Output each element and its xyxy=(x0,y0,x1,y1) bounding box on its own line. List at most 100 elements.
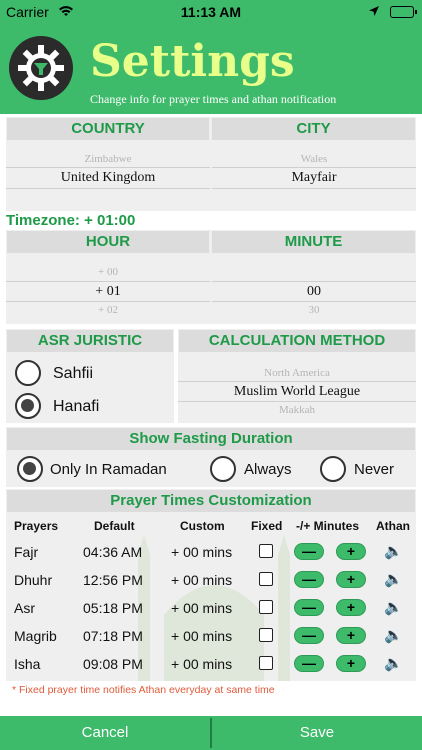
fasting-option-label: Always xyxy=(244,461,292,478)
prayer-name: Dhuhr xyxy=(14,572,53,588)
fasting-radio-ramadan[interactable] xyxy=(17,456,43,482)
minus-button[interactable]: — xyxy=(294,571,324,588)
country-option[interactable]: Zimbabwe xyxy=(6,153,210,165)
clock: 11:13 AM xyxy=(180,4,242,20)
minus-button[interactable]: — xyxy=(294,599,324,616)
column-minutes: -/+ Minutes xyxy=(296,519,360,533)
status-bar: Carrier 11:13 AM xyxy=(0,0,422,24)
header: Settings Change info for prayer times an… xyxy=(0,24,422,114)
speaker-icon[interactable]: 🔈 xyxy=(384,626,403,644)
speaker-icon[interactable]: 🔈 xyxy=(384,542,403,560)
customization-panel: Prayer Times Customization Prayers Defau… xyxy=(6,489,416,681)
fasting-option-label: Never xyxy=(354,461,395,478)
speaker-icon[interactable]: 🔈 xyxy=(384,570,403,588)
speaker-icon[interactable]: 🔈 xyxy=(384,654,403,672)
fasting-radio-never[interactable] xyxy=(320,456,346,482)
cancel-button[interactable]: Cancel xyxy=(0,716,210,750)
fixed-checkbox[interactable] xyxy=(259,572,273,586)
fixed-checkbox[interactable] xyxy=(259,544,273,558)
asr-radio-hanafi[interactable] xyxy=(15,393,41,419)
prayer-custom-offset: + 00 mins xyxy=(171,544,233,560)
picker-divider xyxy=(6,301,210,302)
picker-divider xyxy=(6,167,210,168)
prayer-default-time: 04:36 AM xyxy=(83,544,143,560)
hour-picker[interactable]: + 01 xyxy=(6,284,210,300)
minute-option[interactable]: 30 xyxy=(212,304,416,316)
asr-option-label: Hanafi xyxy=(53,398,100,415)
time-offset-panel: HOUR MINUTE + 00 + 01 00 + 02 30 xyxy=(6,230,416,324)
hour-option[interactable]: + 02 xyxy=(6,304,210,316)
minus-button[interactable]: — xyxy=(294,627,324,644)
picker-divider xyxy=(212,301,416,302)
picker-divider xyxy=(178,401,416,402)
calculation-header: CALCULATION METHOD xyxy=(179,330,415,352)
prayer-name: Fajr xyxy=(14,544,39,560)
calculation-option[interactable]: Makkah xyxy=(178,404,416,416)
location-arrow-icon xyxy=(369,6,379,16)
gear-icon xyxy=(9,36,73,100)
column-athan: Athan xyxy=(376,519,410,533)
footer-bar: Cancel Save xyxy=(0,716,422,750)
prayer-default-time: 12:56 PM xyxy=(83,572,143,588)
plus-button[interactable]: + xyxy=(336,571,366,588)
page-subtitle: Change info for prayer times and athan n… xyxy=(90,92,337,106)
picker-divider xyxy=(178,381,416,382)
minute-picker[interactable]: 00 xyxy=(212,284,416,300)
picker-divider xyxy=(212,167,416,168)
minus-button[interactable]: — xyxy=(294,543,324,560)
column-custom: Custom xyxy=(180,519,225,533)
fasting-header: Show Fasting Duration xyxy=(7,428,415,450)
prayer-custom-offset: + 00 mins xyxy=(171,572,233,588)
save-button[interactable]: Save xyxy=(212,716,422,750)
fasting-panel: Show Fasting Duration Only In Ramadan Al… xyxy=(6,427,416,487)
customization-header: Prayer Times Customization xyxy=(7,490,415,512)
picker-divider xyxy=(6,281,210,282)
minute-header: MINUTE xyxy=(212,231,415,253)
picker-divider xyxy=(6,188,210,189)
prayer-name: Magrib xyxy=(14,628,57,644)
calculation-panel: CALCULATION METHOD North America Muslim … xyxy=(178,329,416,423)
plus-button[interactable]: + xyxy=(336,599,366,616)
fixed-time-note: * Fixed prayer time notifies Athan every… xyxy=(12,684,275,696)
picker-divider xyxy=(212,281,416,282)
picker-divider xyxy=(212,188,416,189)
prayer-name: Asr xyxy=(14,600,35,616)
prayer-custom-offset: + 00 mins xyxy=(171,628,233,644)
minus-button[interactable]: — xyxy=(294,655,324,672)
prayer-name: Isha xyxy=(14,656,41,672)
fasting-radio-always[interactable] xyxy=(210,456,236,482)
prayer-custom-offset: + 00 mins xyxy=(171,656,233,672)
column-fixed: Fixed xyxy=(251,519,283,533)
speaker-icon[interactable]: 🔈 xyxy=(384,598,403,616)
column-default: Default xyxy=(94,519,135,533)
page-title: Settings xyxy=(90,36,295,87)
battery-icon xyxy=(390,6,417,18)
asr-panel: ASR JURISTIC Sahfii Hanafi xyxy=(6,329,174,423)
country-header: COUNTRY xyxy=(7,118,209,140)
plus-button[interactable]: + xyxy=(336,627,366,644)
fixed-checkbox[interactable] xyxy=(259,600,273,614)
prayer-custom-offset: + 00 mins xyxy=(171,600,233,616)
fixed-checkbox[interactable] xyxy=(259,628,273,642)
fixed-checkbox[interactable] xyxy=(259,656,273,670)
city-picker[interactable]: Mayfair xyxy=(212,170,416,186)
asr-header: ASR JURISTIC xyxy=(7,330,173,352)
plus-button[interactable]: + xyxy=(336,655,366,672)
asr-option-label: Sahfii xyxy=(53,365,94,382)
fasting-option-label: Only In Ramadan xyxy=(50,461,167,478)
city-header: CITY xyxy=(212,118,415,140)
plus-button[interactable]: + xyxy=(336,543,366,560)
city-option[interactable]: Wales xyxy=(212,153,416,165)
prayer-default-time: 07:18 PM xyxy=(83,628,143,644)
location-panel: COUNTRY CITY Zimbabwe Wales United Kingd… xyxy=(6,117,416,211)
column-prayers: Prayers xyxy=(14,519,59,533)
prayer-default-time: 05:18 PM xyxy=(83,600,143,616)
asr-radio-sahfii[interactable] xyxy=(15,360,41,386)
calculation-option[interactable]: North America xyxy=(178,367,416,379)
country-picker[interactable]: United Kingdom xyxy=(6,170,210,186)
calculation-picker[interactable]: Muslim World League xyxy=(178,384,416,400)
hour-header: HOUR xyxy=(7,231,209,253)
hour-option[interactable]: + 00 xyxy=(6,266,210,278)
timezone-label: Timezone: + 01:00 xyxy=(6,212,136,229)
prayer-default-time: 09:08 PM xyxy=(83,656,143,672)
